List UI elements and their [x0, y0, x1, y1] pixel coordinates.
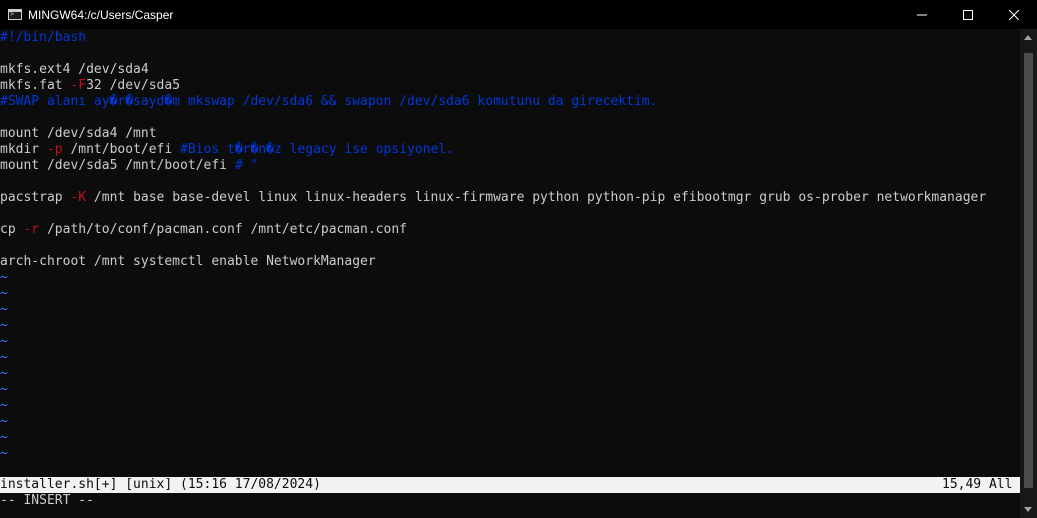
minimize-icon	[917, 14, 927, 15]
terminal-window: MINGW64:/c/Users/Casper #!/bin/bashmkfs	[0, 0, 1037, 518]
code-token-comment: #!/bin/bash	[0, 30, 87, 45]
code-token-flag: -F	[70, 78, 87, 93]
empty-line-tilde: ~	[0, 398, 8, 413]
code-token-normal: mkdir	[0, 142, 47, 157]
scroll-down-icon[interactable]	[1024, 507, 1032, 512]
code-line: mkdir -p /mnt/boot/efi #Bios t�r�n�z leg…	[0, 142, 454, 158]
close-icon	[1009, 9, 1019, 20]
code-token-flag: -r	[23, 222, 40, 237]
code-token-flag: -p	[46, 142, 63, 157]
empty-line-tilde: ~	[0, 334, 8, 349]
empty-line-tilde: ~	[0, 286, 8, 301]
empty-line-tilde: ~	[0, 350, 8, 365]
title-bar[interactable]: MINGW64:/c/Users/Casper	[0, 0, 1037, 29]
code-line: arch-chroot /mnt systemctl enable Networ…	[0, 254, 376, 270]
code-token-comment: #SWAP alanı ay�r�sayd�m mkswap /dev/sda6…	[0, 94, 658, 109]
code-token-comment: # "	[234, 158, 259, 173]
empty-line-tilde: ~	[0, 270, 8, 285]
terminal-icon[interactable]	[8, 9, 22, 20]
code-token-normal: arch-chroot /mnt systemctl enable Networ…	[0, 254, 376, 269]
empty-line-tilde: ~	[0, 302, 8, 317]
maximize-icon	[963, 9, 973, 20]
code-line: pacstrap -K /mnt base base-devel linux l…	[0, 190, 986, 206]
empty-line-tilde: ~	[0, 382, 8, 397]
empty-line-tilde: ~	[0, 414, 8, 429]
code-token-normal: cp	[0, 222, 24, 237]
empty-line-tilde: ~	[0, 430, 8, 445]
code-token-normal: mkfs.fat	[0, 78, 71, 93]
code-token-normal: /path/to/conf/pacman.conf /mnt/etc/pacma…	[39, 222, 407, 237]
window-title: MINGW64:/c/Users/Casper	[28, 7, 174, 22]
code-token-normal: 32 /dev/sda5	[86, 78, 181, 93]
scroll-thumb[interactable]	[1024, 53, 1033, 488]
maximize-button[interactable]	[945, 0, 991, 29]
status-line: installer.sh[+] [unix] (15:16 17/08/2024…	[0, 477, 1020, 493]
code-token-normal: /mnt base base-devel linux linux-headers…	[86, 190, 987, 205]
empty-line-tilde: ~	[0, 446, 8, 461]
code-line: mount /dev/sda5 /mnt/boot/efi # "	[0, 158, 258, 174]
terminal-editor[interactable]: #!/bin/bash mkfs.ext4 /dev/sda4 mkfs.fat -…	[0, 29, 1020, 518]
code-line: mkfs.ext4 /dev/sda4	[0, 62, 149, 78]
status-file-info: installer.sh[+] [unix] (15:16 17/08/2024…	[0, 477, 321, 492]
code-line: #SWAP alanı ay�r�sayd�m mkswap /dev/sda6…	[0, 94, 657, 110]
code-token-normal: mkfs.ext4 /dev/sda4	[0, 62, 149, 77]
window-controls	[899, 0, 1037, 29]
code-token-comment: #Bios t�r�n�z legacy ise opsiyonel.	[180, 142, 454, 157]
mode-indicator: -- INSERT --	[0, 493, 94, 508]
vertical-scrollbar[interactable]	[1020, 29, 1037, 518]
code-token-normal: mount /dev/sda5 /mnt/boot/efi	[0, 158, 235, 173]
code-token-normal: mount /dev/sda4 /mnt	[0, 126, 157, 141]
code-line: cp -r /path/to/conf/pacman.conf /mnt/etc…	[0, 222, 407, 238]
minimize-button[interactable]	[899, 0, 945, 29]
status-cursor-position: 15,49 All	[942, 477, 1013, 492]
close-button[interactable]	[991, 0, 1037, 29]
code-token-normal: /mnt/boot/efi	[62, 142, 181, 157]
empty-line-tilde: ~	[0, 318, 8, 333]
code-token-flag: -K	[70, 190, 87, 205]
code-line: #!/bin/bash	[0, 30, 86, 46]
code-token-normal: pacstrap	[0, 190, 71, 205]
code-line: mkfs.fat -F32 /dev/sda5	[0, 78, 180, 94]
code-line: mount /dev/sda4 /mnt	[0, 126, 157, 142]
empty-line-tilde: ~	[0, 366, 8, 381]
scroll-up-icon[interactable]	[1024, 35, 1032, 40]
